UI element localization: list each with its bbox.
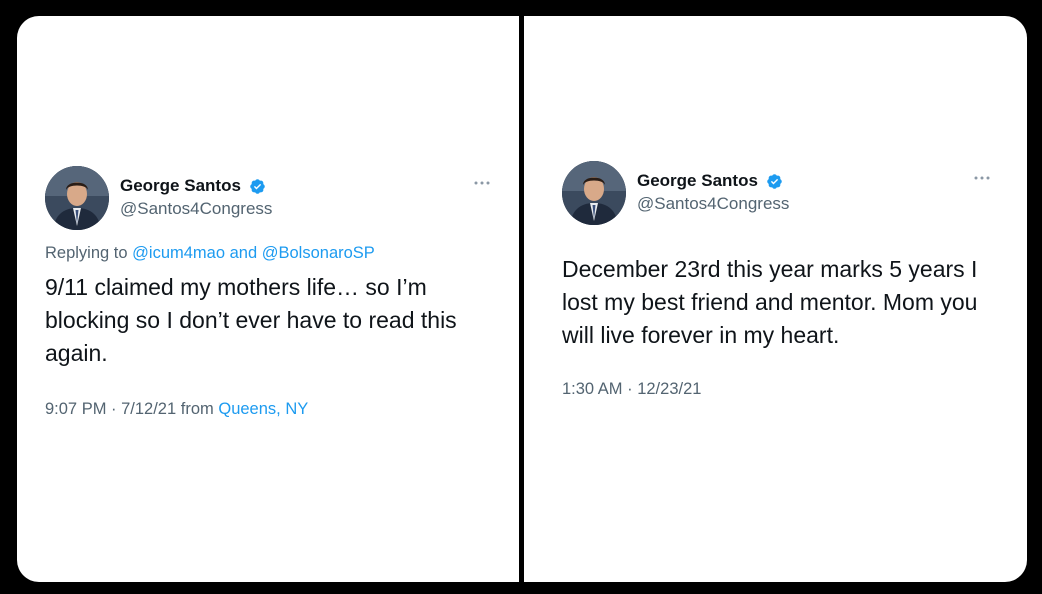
user-names: George Santos @Santos4Congress: [120, 176, 272, 219]
avatar-image: [45, 166, 109, 230]
tweet: George Santos @Santos4Congress December …: [562, 161, 991, 399]
avatar[interactable]: [45, 166, 109, 230]
user-handle[interactable]: @Santos4Congress: [120, 199, 272, 219]
tweet-header: George Santos @Santos4Congress: [562, 161, 991, 227]
user-names: George Santos @Santos4Congress: [637, 171, 789, 214]
more-options-icon[interactable]: [973, 173, 991, 183]
tweet-card-left: George Santos @Santos4Congress Replying: [17, 16, 519, 582]
display-name[interactable]: George Santos: [120, 176, 241, 196]
tweet-card-right: George Santos @Santos4Congress December …: [524, 16, 1027, 582]
replying-to-label: Replying to: [45, 244, 128, 262]
verified-badge-icon: [767, 173, 783, 189]
screenshot-frame: George Santos @Santos4Congress Replying: [0, 0, 1042, 594]
avatar[interactable]: [562, 161, 626, 225]
location-link[interactable]: Queens, NY: [218, 400, 308, 418]
tweet-text: 9/11 claimed my mothers life… so I’m blo…: [45, 274, 457, 366]
tweet-header: George Santos @Santos4Congress: [45, 166, 491, 232]
tweet-timestamp[interactable]: 9:07 PM · 7/12/21: [45, 400, 176, 418]
from-label: from: [180, 400, 214, 418]
avatar-image: [562, 161, 626, 225]
tweet-timestamp[interactable]: 1:30 AM · 12/23/21: [562, 380, 701, 398]
tweet-meta: 9:07 PM · 7/12/21 from Queens, NY: [45, 400, 491, 419]
reply-mention-link[interactable]: @BolsonaroSP: [262, 244, 375, 262]
reply-and-link[interactable]: and: [230, 244, 258, 262]
verified-badge-icon: [250, 178, 266, 194]
more-options-icon[interactable]: [473, 178, 491, 188]
tweet: George Santos @Santos4Congress Replying: [45, 166, 491, 419]
replying-to-line: Replying to @icum4mao and @BolsonaroSP: [45, 244, 491, 263]
tweet-meta: 1:30 AM · 12/23/21: [562, 380, 991, 399]
reply-mention-link[interactable]: @icum4mao: [132, 244, 225, 262]
display-name[interactable]: George Santos: [637, 171, 758, 191]
tweet-text: December 23rd this year marks 5 years I …: [562, 256, 978, 348]
user-handle[interactable]: @Santos4Congress: [637, 194, 789, 214]
